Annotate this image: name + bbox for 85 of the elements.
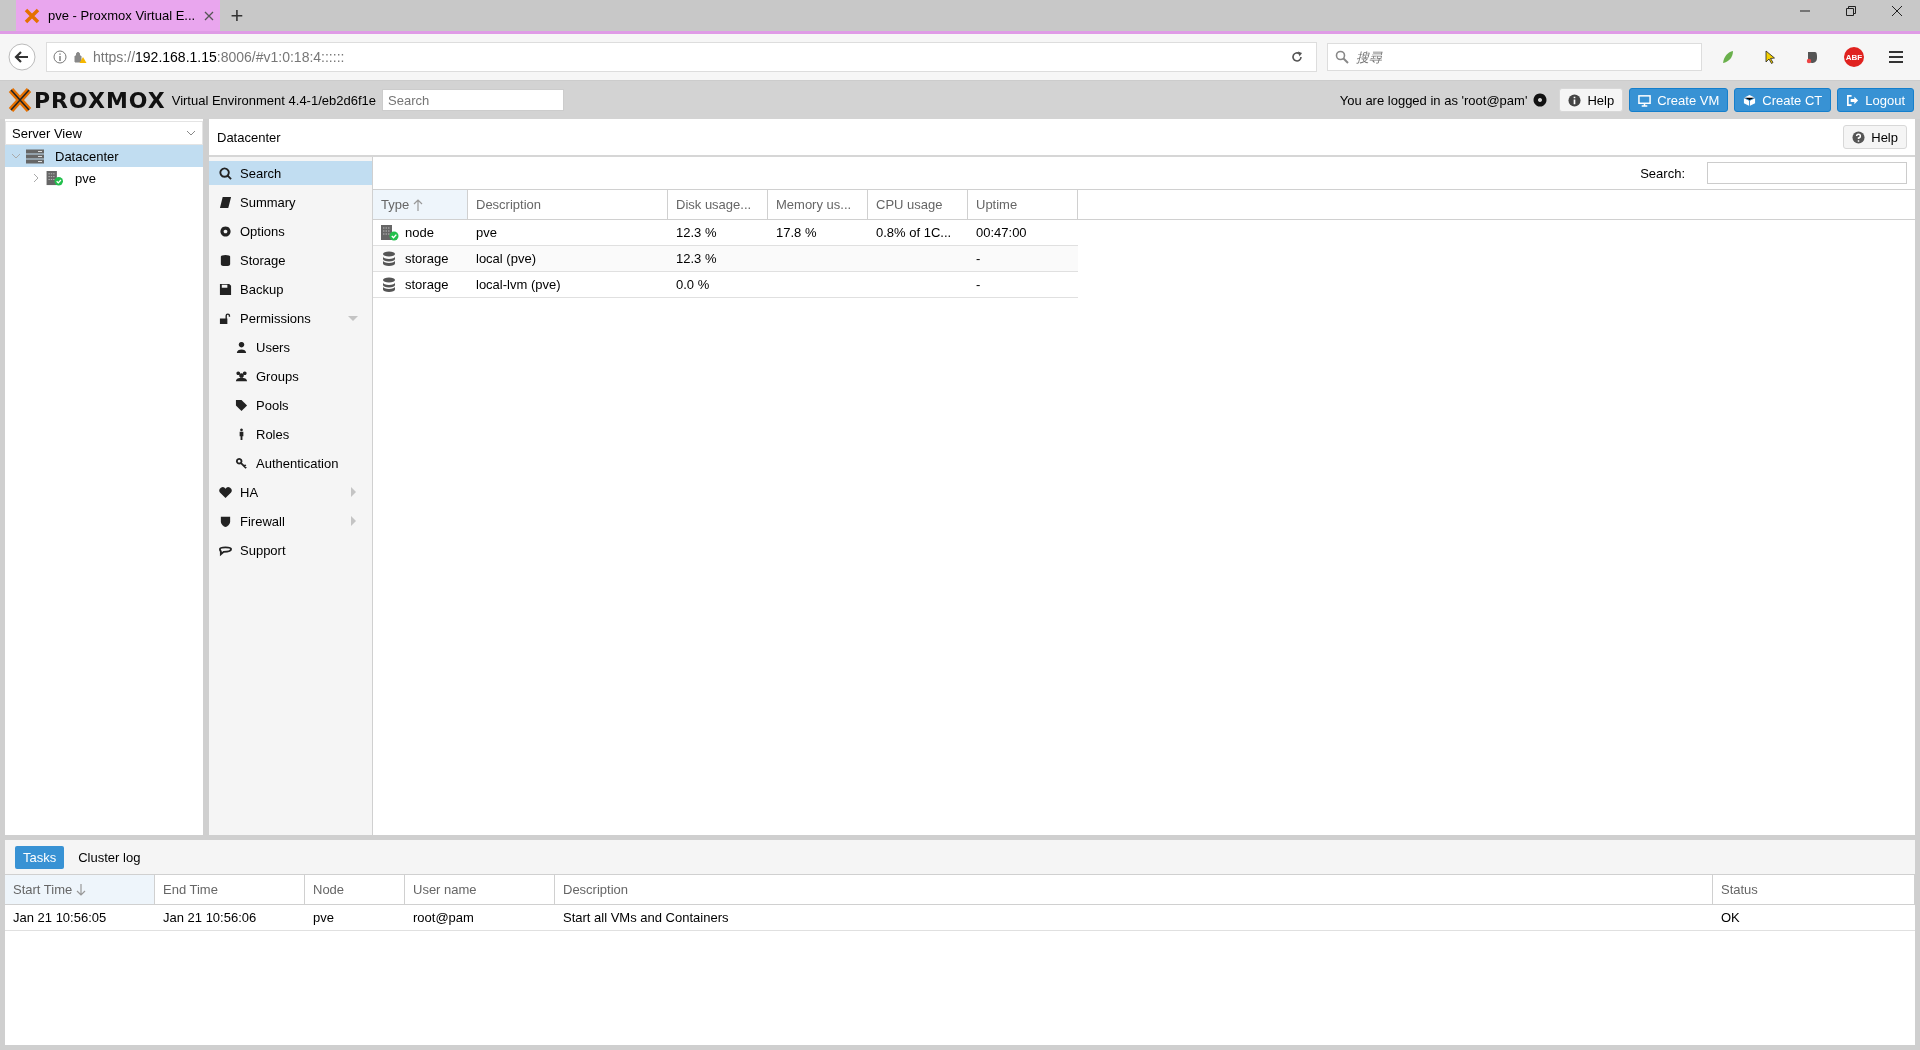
heart-icon xyxy=(219,485,232,499)
table-cell: root@pam xyxy=(413,910,474,925)
table-cell: - xyxy=(976,251,981,266)
table-cell: storage xyxy=(405,277,449,292)
menu-item[interactable]: Storage xyxy=(209,248,372,272)
question-icon xyxy=(1852,130,1866,144)
unlock-icon xyxy=(219,311,232,325)
menu-item[interactable]: Users xyxy=(209,335,372,359)
search-field[interactable]: Search xyxy=(382,89,564,111)
menu-item[interactable]: Summary xyxy=(209,190,372,214)
tags-icon xyxy=(235,398,248,412)
shield-icon xyxy=(219,514,232,528)
menu-item[interactable]: Roles xyxy=(209,422,372,446)
table-cell: - xyxy=(976,277,981,292)
view-selector[interactable]: Server View xyxy=(5,121,203,145)
adblock-badge[interactable]: ABF xyxy=(1844,47,1864,67)
new-tab-button[interactable]: + xyxy=(220,0,254,31)
menu-item[interactable]: Authentication xyxy=(209,451,372,475)
reload-icon[interactable] xyxy=(1290,50,1304,64)
table-cell: local-lvm (pve) xyxy=(476,277,561,292)
pointer-icon[interactable] xyxy=(1762,49,1778,65)
menu-item[interactable]: Support xyxy=(209,538,372,562)
table-cell: Jan 21 10:56:06 xyxy=(163,910,257,925)
search-icon xyxy=(219,166,232,180)
expander-icon[interactable] xyxy=(31,173,41,183)
table-cell: local (pve) xyxy=(476,251,536,266)
key-icon xyxy=(235,456,248,470)
table-cell: pve xyxy=(313,910,334,925)
cube-icon xyxy=(1743,93,1757,107)
leaf-icon[interactable] xyxy=(1720,49,1736,65)
panel-tab[interactable]: Cluster log xyxy=(70,845,149,869)
tree-item[interactable]: pve xyxy=(5,167,203,189)
info-icon xyxy=(1568,93,1582,107)
help-button[interactable]: Help xyxy=(1559,88,1624,112)
table-cell: storage xyxy=(405,251,449,266)
menu-item[interactable]: HA xyxy=(209,480,372,504)
book-icon xyxy=(219,195,232,209)
menu-item[interactable]: Groups xyxy=(209,364,372,388)
table-cell: pve xyxy=(476,225,497,240)
user-icon xyxy=(235,340,248,354)
table-cell: 0.0 % xyxy=(676,277,710,292)
users-icon xyxy=(235,369,248,383)
info-icon xyxy=(53,50,67,64)
back-button[interactable] xyxy=(8,43,36,71)
breadcrumb-title: Datacenter xyxy=(217,129,281,145)
chevron-down-icon xyxy=(186,128,196,138)
column-header[interactable]: Type xyxy=(373,190,468,219)
search-label: Search: xyxy=(1640,165,1685,181)
proxmox-logo: PROXMOX xyxy=(8,87,166,113)
login-status: You are logged in as 'root@pam' xyxy=(1339,92,1528,108)
menu-icon[interactable] xyxy=(1888,49,1904,65)
search-field[interactable] xyxy=(1707,162,1907,184)
x-logo-icon xyxy=(24,7,40,24)
table-cell: Jan 21 10:56:05 xyxy=(13,910,107,925)
table-cell: 17.8 % xyxy=(776,225,817,240)
table-cell: OK xyxy=(1721,910,1740,925)
address-bar[interactable]: https://192.168.1.15:8006/#v1:0:18:4:::::: xyxy=(46,42,1317,72)
browser-search-field[interactable]: 搜尋 xyxy=(1327,43,1702,71)
help-button[interactable]: Help xyxy=(1843,125,1907,149)
table-cell: node xyxy=(405,225,434,240)
tree-item[interactable]: Datacenter xyxy=(5,145,203,167)
menu-item[interactable]: Pools xyxy=(209,393,372,417)
search-icon xyxy=(1335,50,1349,64)
menu-item[interactable]: Firewall xyxy=(209,509,372,533)
menu-item[interactable]: Search xyxy=(209,161,372,185)
database-icon xyxy=(219,253,232,267)
table-cell: 00:47:00 xyxy=(976,225,1027,240)
menu-item[interactable]: Backup xyxy=(209,277,372,301)
column-header[interactable]: Start Time xyxy=(5,875,155,904)
table-cell: 12.3 % xyxy=(676,251,717,266)
table-cell: 0.8% of 1C... xyxy=(876,225,952,240)
menu-item[interactable]: Permissions xyxy=(209,306,372,330)
warning-lock-icon xyxy=(73,50,87,64)
server-check-icon xyxy=(46,170,64,186)
table-cell: Start all VMs and Containers xyxy=(563,910,729,925)
menu-item[interactable]: Options xyxy=(209,219,372,243)
monitor-icon xyxy=(1638,93,1652,107)
server-rack-icon xyxy=(26,148,44,164)
restore-icon[interactable] xyxy=(1845,4,1857,17)
version-text: Virtual Environment 4.4-1/eb2d6f1e xyxy=(171,92,376,108)
logout-icon xyxy=(1846,93,1860,107)
close-icon[interactable] xyxy=(1891,4,1903,17)
table-cell: 12.3 % xyxy=(676,225,717,240)
browser-tab[interactable]: pve - Proxmox Virtual E... xyxy=(16,0,220,31)
floppy-icon xyxy=(219,282,232,296)
